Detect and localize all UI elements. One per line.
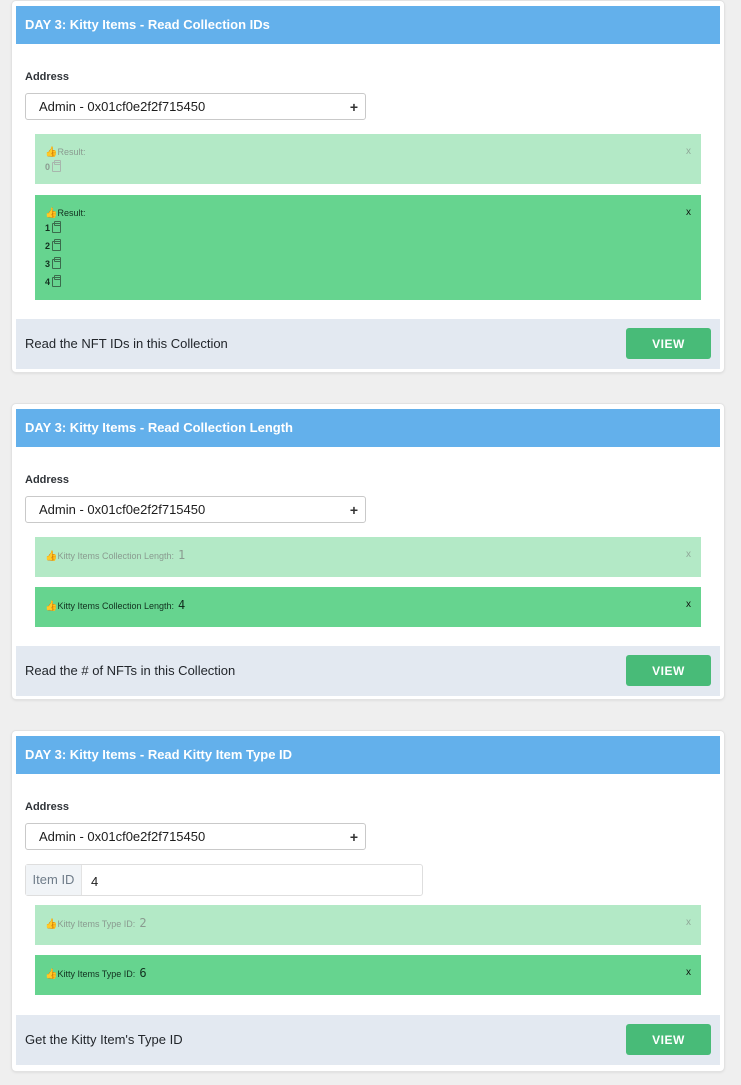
card-description: Read the # of NFTs in this Collection (25, 663, 236, 678)
result-id: 1 (45, 221, 62, 233)
address-label: Address (25, 801, 70, 813)
result-label: Kitty Items Type ID: (57, 969, 136, 979)
view-button[interactable]: VIEW (626, 328, 711, 359)
result-panel-latest: 👍Result: 1 2 3 4 x (35, 195, 701, 300)
close-result-button[interactable]: x (686, 146, 691, 157)
result-panel-latest: 👍Kitty Items Type ID: 6 x (35, 955, 701, 995)
view-button[interactable]: VIEW (626, 1024, 711, 1055)
result-value: 2 (139, 916, 147, 930)
result-label: Kitty Items Type ID: (57, 919, 136, 929)
card-title: DAY 3: Kitty Items - Read Kitty Item Typ… (16, 736, 720, 774)
plus-icon: + (349, 829, 358, 845)
result-id: 0 (45, 160, 62, 172)
card-title: DAY 3: Kitty Items - Read Collection IDs (16, 6, 720, 44)
clipboard-icon[interactable] (52, 275, 62, 287)
result-panel-previous: 👍Kitty Items Type ID: 2 x (35, 905, 701, 945)
close-result-button[interactable]: x (686, 549, 691, 560)
card-read-collection-length: DAY 3: Kitty Items - Read Collection Len… (12, 404, 724, 699)
clipboard-icon[interactable] (52, 257, 62, 269)
thumbs-up-icon: 👍 (45, 919, 58, 930)
result-value: 1 (178, 548, 186, 562)
card-description: Read the NFT IDs in this Collection (25, 336, 228, 351)
result-id: 2 (45, 239, 62, 251)
clipboard-icon[interactable] (52, 239, 62, 251)
close-result-button[interactable]: x (686, 599, 691, 610)
address-value: Admin - 0x01cf0e2f2f715450 (39, 99, 206, 114)
clipboard-icon[interactable] (52, 160, 62, 172)
view-button[interactable]: VIEW (626, 655, 711, 686)
card-description: Get the Kitty Item's Type ID (25, 1032, 183, 1047)
result-id: 4 (45, 275, 62, 287)
item-id-label: Item ID (26, 865, 82, 895)
address-select[interactable]: Admin - 0x01cf0e2f2f715450 + (25, 496, 366, 523)
address-value: Admin - 0x01cf0e2f2f715450 (39, 829, 206, 844)
card-read-collection-ids: DAY 3: Kitty Items - Read Collection IDs… (12, 1, 724, 372)
card-read-kitty-item-type-id: DAY 3: Kitty Items - Read Kitty Item Typ… (12, 731, 724, 1071)
address-label: Address (25, 474, 70, 486)
result-id: 3 (45, 257, 62, 269)
card-footer: Read the NFT IDs in this Collection VIEW (16, 319, 720, 369)
thumbs-up-icon: 👍 (45, 601, 58, 612)
close-result-button[interactable]: x (686, 207, 691, 218)
thumbs-up-icon: 👍 (45, 147, 58, 158)
result-label: Result: (57, 147, 86, 157)
card-title: DAY 3: Kitty Items - Read Collection Len… (16, 409, 720, 447)
card-footer: Read the # of NFTs in this Collection VI… (16, 646, 720, 696)
close-result-button[interactable]: x (686, 917, 691, 928)
result-panel-latest: 👍Kitty Items Collection Length: 4 x (35, 587, 701, 627)
result-panel-previous: 👍Result: 0 x (35, 134, 701, 184)
thumbs-up-icon: 👍 (45, 208, 58, 219)
result-label: Result: (57, 208, 86, 218)
item-id-input[interactable] (82, 865, 423, 897)
result-panel-previous: 👍Kitty Items Collection Length: 1 x (35, 537, 701, 577)
thumbs-up-icon: 👍 (45, 551, 58, 562)
thumbs-up-icon: 👍 (45, 969, 58, 980)
address-label: Address (25, 71, 70, 83)
plus-icon: + (349, 502, 358, 518)
clipboard-icon[interactable] (52, 221, 62, 233)
plus-icon: + (349, 99, 358, 115)
address-value: Admin - 0x01cf0e2f2f715450 (39, 502, 206, 517)
item-id-group: Item ID (25, 864, 423, 897)
result-value: 6 (139, 966, 147, 980)
card-footer: Get the Kitty Item's Type ID VIEW (16, 1015, 720, 1065)
result-label: Kitty Items Collection Length: (57, 601, 175, 611)
result-value: 4 (178, 598, 186, 612)
address-select[interactable]: Admin - 0x01cf0e2f2f715450 + (25, 93, 366, 120)
close-result-button[interactable]: x (686, 967, 691, 978)
result-label: Kitty Items Collection Length: (57, 551, 175, 561)
address-select[interactable]: Admin - 0x01cf0e2f2f715450 + (25, 823, 366, 850)
